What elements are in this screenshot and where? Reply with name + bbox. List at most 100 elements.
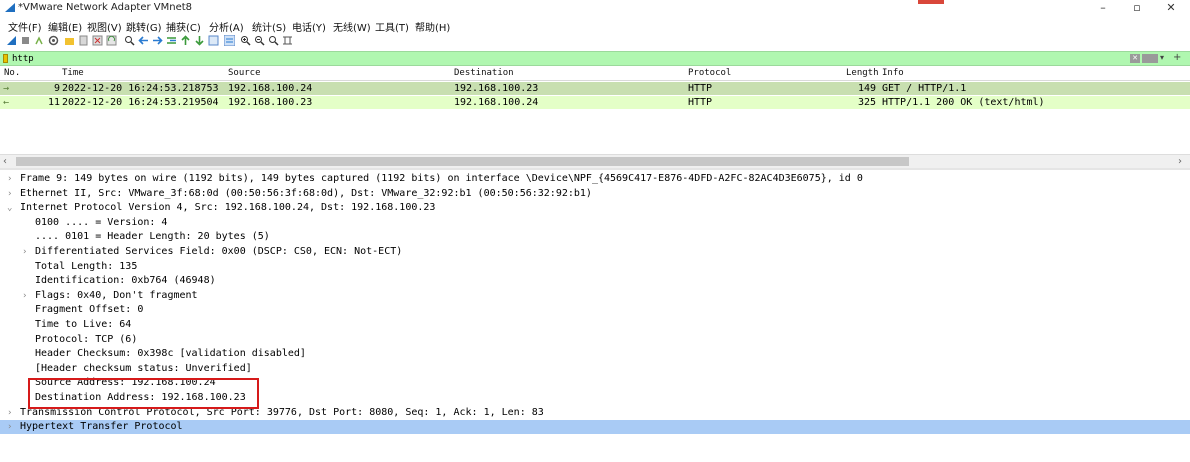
display-filter-input[interactable] [12,52,1112,65]
expand-chevron-icon[interactable]: › [22,289,32,303]
detail-row[interactable]: › Flags: 0x40, Don't fragment [0,289,1190,303]
detail-text: Hypertext Transfer Protocol [20,421,183,433]
menu-item[interactable]: 编辑(E) [48,19,82,34]
detail-row[interactable]: Time to Live: 64 [0,318,1190,332]
go-to-packet-icon[interactable] [166,35,177,46]
packet-list-header: No. Time Source Destination Protocol Len… [0,66,1190,81]
detail-row[interactable]: 0100 .... = Version: 4 [0,216,1190,230]
detail-row[interactable]: [Header checksum status: Unverified] [0,362,1190,376]
detail-row[interactable]: › Hypertext Transfer Protocol [0,420,1190,435]
detail-text: .... 0101 = Header Length: 20 bytes (5) [35,231,270,243]
apply-filter-icon[interactable] [1142,54,1158,63]
scroll-right-icon[interactable]: › [1178,155,1182,168]
column-header-source[interactable]: Source [228,68,261,78]
menu-item[interactable]: 分析(A) [209,19,244,34]
detail-row[interactable]: Header Checksum: 0x398c [validation disa… [0,347,1190,361]
autoscroll-icon[interactable] [208,35,219,46]
packet-length: 149 [857,83,876,94]
reload-file-icon[interactable] [106,35,117,46]
column-header-time[interactable]: Time [62,68,84,78]
pane-splitter[interactable] [0,168,1190,170]
detail-text: Flags: 0x40, Don't fragment [35,289,198,301]
scrollbar-thumb[interactable] [16,157,909,166]
normal-size-icon[interactable] [268,35,279,46]
zoom-out-icon[interactable] [254,35,265,46]
close-button[interactable]: ✕ [1158,1,1184,15]
annotation-highlight-box [28,378,259,409]
column-header-no[interactable]: No. [4,68,20,78]
clear-filter-icon[interactable]: ✕ [1130,54,1140,63]
last-packet-icon[interactable] [194,35,205,46]
minimize-button[interactable]: – [1090,1,1116,15]
packet-list-horizontal-scrollbar[interactable]: ‹ › [0,154,1190,168]
capture-options-icon[interactable] [48,35,59,46]
column-header-info[interactable]: Info [882,68,904,78]
detail-row[interactable]: .... 0101 = Header Length: 20 bytes (5) [0,230,1190,244]
first-packet-icon[interactable] [180,35,191,46]
menu-bar: 文件(F) 编辑(E) 视图(V) 跳转(G) 捕获(C) 分析(A) 统计(S) 电话(Y)… [0,17,1190,34]
display-filter-bar: ✕ ▾ + [0,51,1190,66]
detail-row[interactable]: › Frame 9: 149 bytes on wire (1192 bits),… [0,172,1190,186]
detail-row[interactable]: ⌄ Internet Protocol Version 4, Src: 192.1… [0,201,1190,215]
column-header-length[interactable]: Length [846,68,879,78]
filter-dropdown-icon[interactable]: ▾ [1160,53,1164,62]
detail-row[interactable]: › Differentiated Services Field: 0x00 (DS… [0,245,1190,259]
filter-bookmark-icon[interactable] [3,54,8,63]
packet-details-pane: › Frame 9: 149 bytes on wire (1192 bits),… [0,172,1190,462]
maximize-button[interactable]: ▫ [1124,1,1150,15]
detail-text: Differentiated Services Field: 0x00 (DSC… [35,246,403,257]
menu-item[interactable]: 视图(V) [87,19,122,34]
open-file-icon[interactable] [64,35,75,46]
menu-item[interactable]: 跳转(G) [126,19,162,34]
packet-info: GET / HTTP/1.1 [882,83,967,94]
expand-chevron-icon[interactable]: › [22,245,32,259]
detail-text: [Header checksum status: Unverified] [35,362,252,374]
start-capture-icon[interactable] [6,35,17,46]
expand-chevron-icon[interactable]: › [7,406,17,420]
detail-row[interactable]: Identification: 0xb764 (46948) [0,274,1190,288]
window-title: *VMware Network Adapter VMnet8 [18,2,193,13]
wireshark-fin-icon [5,3,15,12]
expand-chevron-icon[interactable]: › [7,172,17,186]
go-back-icon[interactable] [138,35,149,46]
save-file-icon[interactable] [78,35,89,46]
collapse-chevron-icon[interactable]: ⌄ [7,201,17,215]
find-packet-icon[interactable] [124,35,135,46]
detail-text: Identification: 0xb764 (46948) [35,275,216,287]
close-file-icon[interactable] [92,35,103,46]
add-filter-button-icon[interactable]: + [1173,52,1181,63]
menu-item[interactable]: 统计(S) [252,19,286,34]
packet-row[interactable]: → 9 2022-12-20 16:24:53.218753 192.168.1… [0,82,1190,95]
column-header-destination[interactable]: Destination [454,68,514,78]
expand-chevron-icon[interactable]: › [7,420,17,434]
column-header-protocol[interactable]: Protocol [688,68,731,78]
detail-row[interactable]: Fragment Offset: 0 [0,303,1190,317]
scroll-left-icon[interactable]: ‹ [3,155,7,168]
detail-text: Header Checksum: 0x398c [validation disa… [35,348,306,360]
packet-info: HTTP/1.1 200 OK (text/html) [882,97,1045,108]
colorize-icon[interactable] [224,35,235,46]
detail-row[interactable]: › Ethernet II, Src: VMware_3f:68:0d (00:5… [0,187,1190,201]
packet-row[interactable]: ← 11 2022-12-20 16:24:53.219504 192.168.… [0,96,1190,109]
go-forward-icon[interactable] [152,35,163,46]
menu-item[interactable]: 电话(Y) [292,19,326,34]
packet-list-pane: No. Time Source Destination Protocol Len… [0,66,1190,168]
restart-capture-icon[interactable] [34,35,45,46]
resize-columns-icon[interactable] [282,35,293,46]
zoom-in-icon[interactable] [240,35,251,46]
packet-protocol: HTTP [688,83,713,94]
packet-source: 192.168.100.24 [228,83,313,94]
detail-row[interactable]: Total Length: 135 [0,260,1190,274]
detail-text: Time to Live: 64 [35,319,132,330]
stop-capture-icon[interactable] [20,35,31,46]
packet-protocol: HTTP [688,97,713,108]
menu-item[interactable]: 文件(F) [8,19,42,34]
packet-time: 2022-12-20 16:24:53.219504 [62,97,219,108]
expand-chevron-icon[interactable]: › [7,187,17,201]
packet-length: 325 [857,97,876,108]
menu-item[interactable]: 工具(T) [375,19,409,34]
detail-row[interactable]: Protocol: TCP (6) [0,333,1190,347]
menu-item[interactable]: 无线(W) [333,19,371,34]
menu-item[interactable]: 帮助(H) [415,19,450,34]
menu-item[interactable]: 捕获(C) [166,19,201,34]
